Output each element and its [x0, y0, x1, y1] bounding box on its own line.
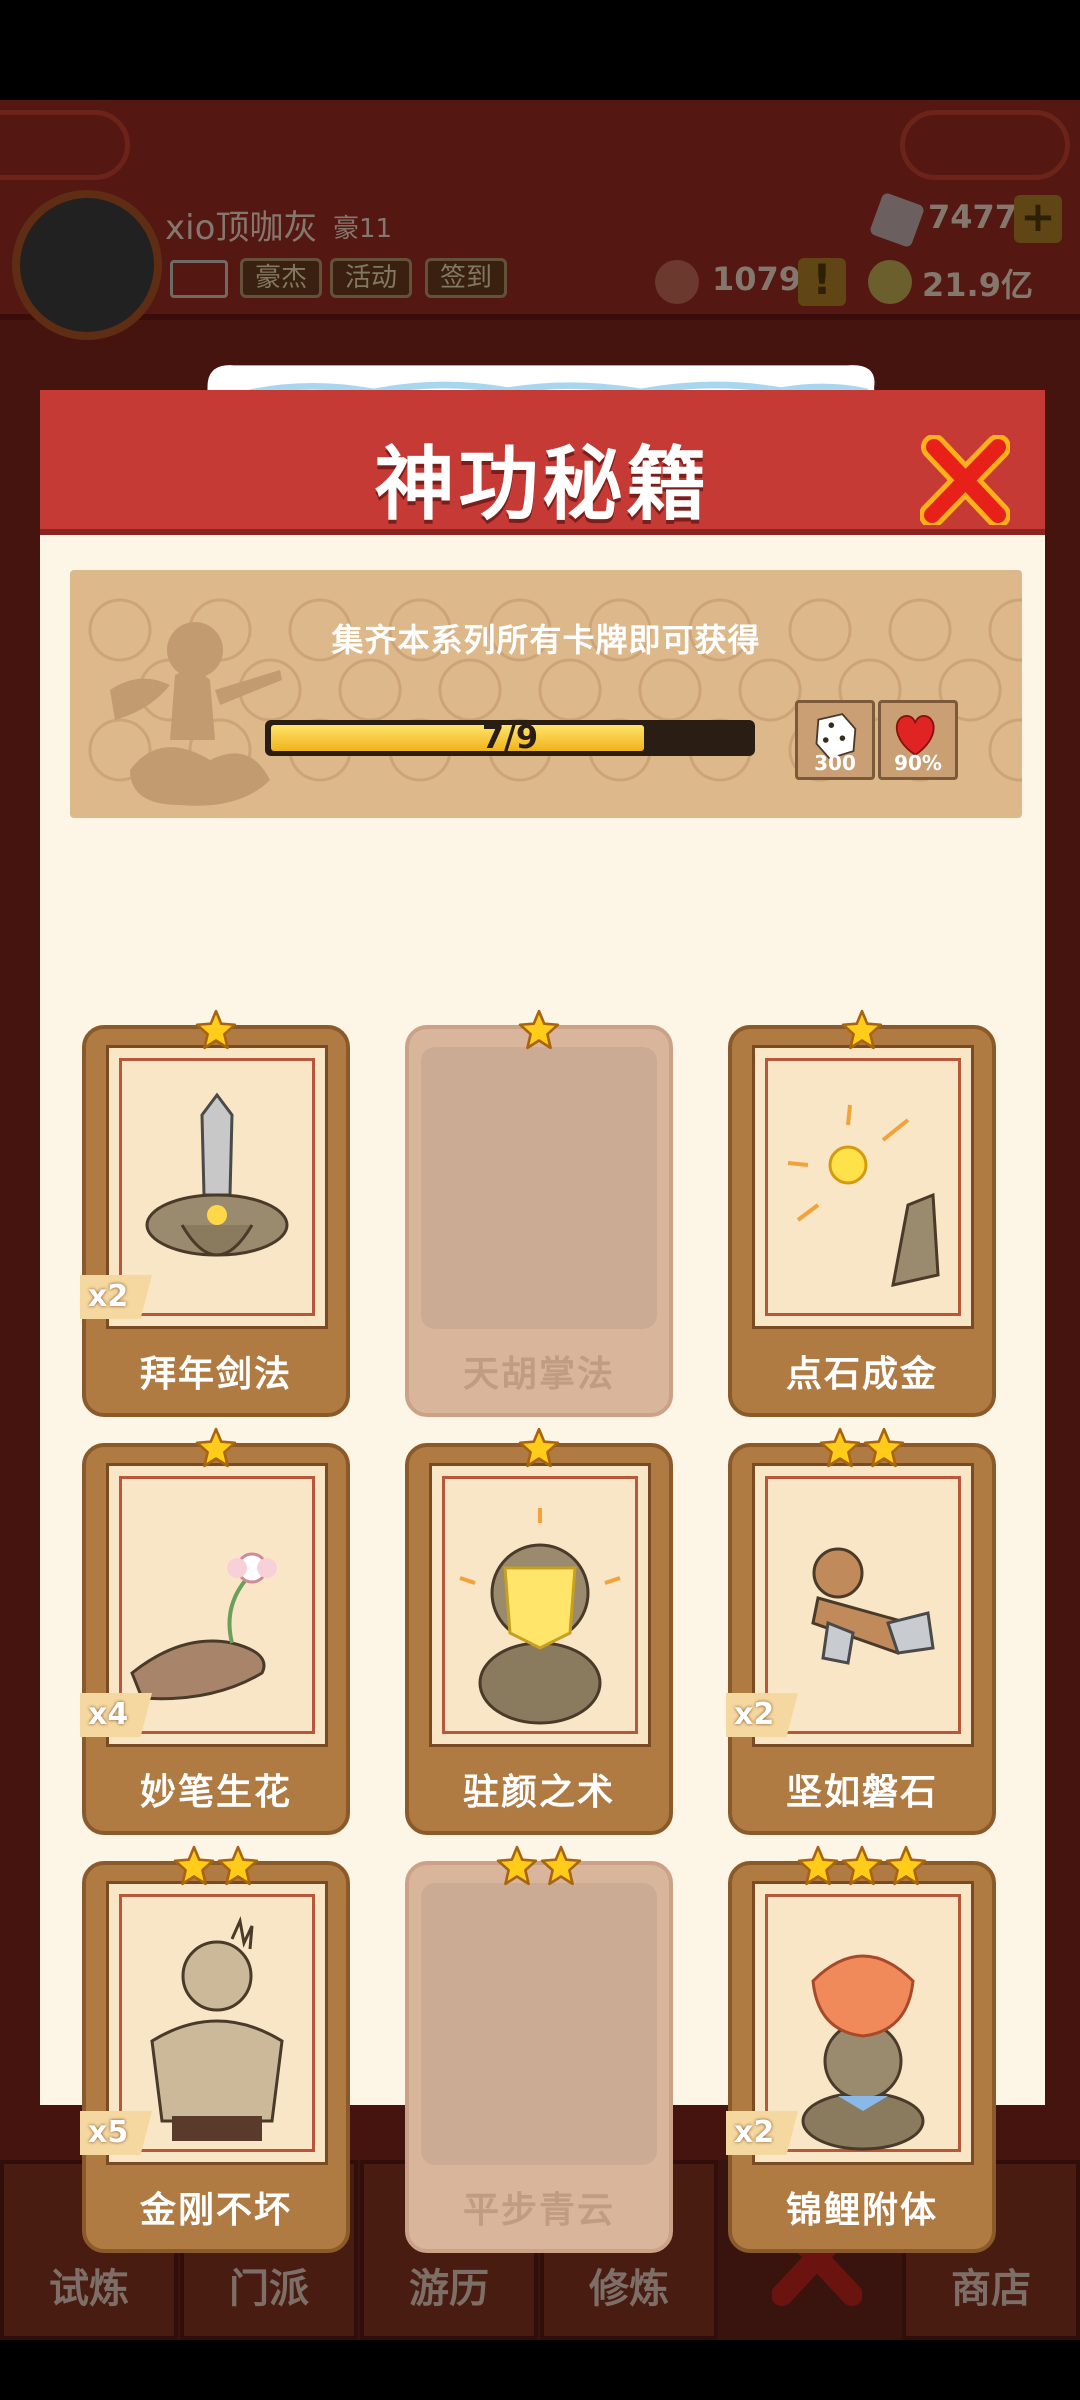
- progress-text: 7/9: [481, 718, 539, 756]
- mask-illustration-icon: [459, 1508, 621, 1725]
- card-name: 妙笔生花: [139, 1772, 292, 1813]
- star-icon: [195, 1427, 237, 1468]
- skill-card[interactable]: x2 锦鲤附体: [726, 1845, 996, 2253]
- star-icon: [797, 1845, 839, 1886]
- skill-card[interactable]: x5 金刚不坏: [80, 1845, 350, 2253]
- card-name: 驻颜之术: [462, 1772, 615, 1813]
- collection-progress-bar: 7/9: [265, 718, 755, 756]
- star-icon: [841, 1845, 883, 1886]
- gold-finger-illustration-icon: [787, 1104, 940, 1287]
- skill-card[interactable]: 驻颜之术: [405, 1427, 673, 1835]
- card-name: 平步青云: [462, 2190, 615, 2231]
- card-name: 金刚不坏: [139, 2190, 292, 2231]
- star-icon: [195, 1009, 237, 1050]
- collection-banner: 集齐本系列所有卡牌即可获得 7/9 300 90%: [70, 570, 1022, 818]
- modal-header: 神功秘籍: [40, 390, 1045, 535]
- skill-card[interactable]: 点石成金: [728, 1009, 996, 1417]
- star-icon: [841, 1009, 883, 1050]
- reward-heart[interactable]: 90%: [878, 700, 958, 780]
- skill-card[interactable]: 天胡掌法: [405, 1009, 673, 1417]
- card-stars: [82, 1427, 350, 1469]
- skill-card[interactable]: 平步青云: [405, 1845, 673, 2253]
- card-placeholder: [421, 1047, 657, 1329]
- skill-card[interactable]: x2 坚如磐石: [726, 1427, 996, 1835]
- card-count-badge: x2: [726, 2111, 798, 2155]
- card-name: 天胡掌法: [462, 1354, 615, 1395]
- card-stars: [405, 1009, 673, 1051]
- skill-card[interactable]: x4 妙笔生花: [80, 1427, 350, 1835]
- card-count-badge: x2: [726, 1693, 798, 1737]
- banner-text: 集齐本系列所有卡牌即可获得: [331, 621, 761, 659]
- card-name: 拜年剑法: [139, 1354, 292, 1395]
- skill-card[interactable]: x2 拜年剑法: [80, 1009, 350, 1417]
- star-icon: [518, 1009, 560, 1050]
- card-stars: [728, 1009, 996, 1051]
- close-icon[interactable]: [920, 435, 1010, 525]
- reward-label: 90%: [894, 751, 942, 775]
- card-count-badge: x4: [80, 1693, 152, 1737]
- wave-pattern: [88, 598, 1022, 806]
- card-name: 坚如磐石: [785, 1772, 938, 1813]
- card-stars: [405, 1845, 673, 1887]
- star-icon: [173, 1845, 215, 1886]
- card-name: 锦鲤附体: [785, 2190, 938, 2231]
- card-placeholder: [421, 1883, 657, 2165]
- star-icon: [518, 1427, 560, 1468]
- card-stars: [728, 1845, 996, 1887]
- card-stars: [82, 1009, 350, 1051]
- reward-label: 300: [814, 751, 856, 775]
- modal-title: 神功秘籍: [374, 438, 711, 531]
- card-count-badge: x2: [80, 1275, 152, 1319]
- card-stars: [82, 1845, 350, 1887]
- card-stars: [728, 1427, 996, 1469]
- secret-skills-modal: 神功秘籍 集齐本系列所有卡牌即可获得 7/9 300 90% x2 拜年剑法 天…: [40, 360, 1045, 2253]
- star-icon: [819, 1427, 861, 1468]
- reward-dice[interactable]: 300: [795, 700, 875, 780]
- star-icon: [540, 1845, 582, 1886]
- star-icon: [496, 1845, 538, 1886]
- star-icon: [217, 1845, 259, 1886]
- card-name: 点石成金: [785, 1354, 938, 1395]
- card-count-badge: x5: [80, 2111, 152, 2155]
- modal-body: 集齐本系列所有卡牌即可获得 7/9 300 90% x2 拜年剑法 天胡掌法 点…: [40, 535, 1045, 2253]
- star-icon: [885, 1845, 927, 1886]
- star-icon: [863, 1427, 905, 1468]
- card-stars: [405, 1427, 673, 1469]
